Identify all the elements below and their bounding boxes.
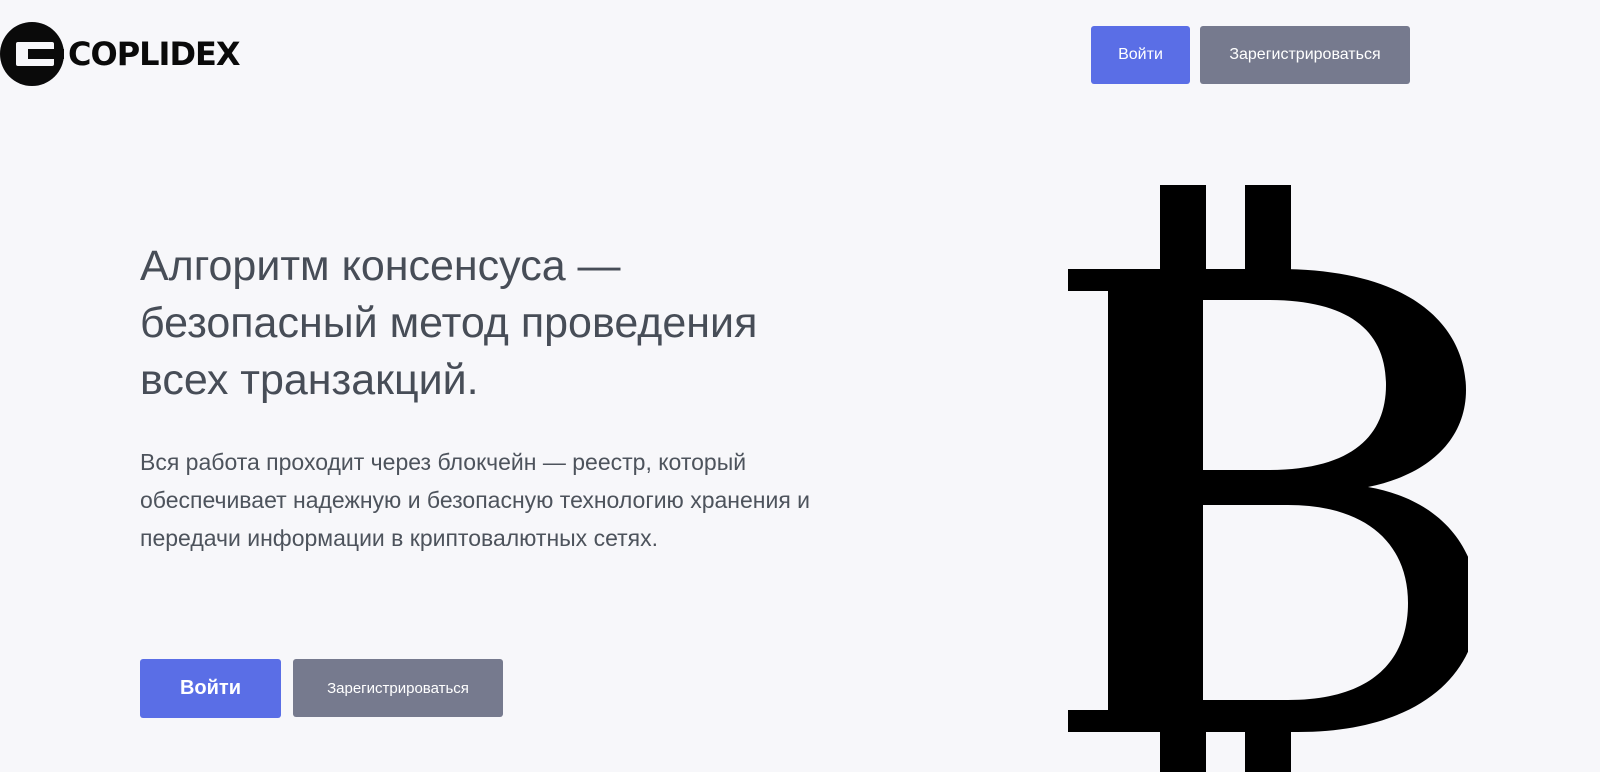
bitcoin-icon — [1068, 185, 1468, 772]
header-signup-button[interactable]: Зарегистрироваться — [1200, 26, 1410, 84]
hero-signup-button[interactable]: Зарегистрироваться — [293, 659, 503, 717]
hero-login-button[interactable]: Войти — [140, 659, 281, 718]
hero-description: Вся работа проходит через блокчейн — рее… — [140, 449, 811, 551]
coplidex-logo-icon — [0, 22, 64, 86]
site-logo[interactable]: COPLIDEX — [0, 22, 241, 86]
hero-title: Алгоритм консенсуса — безопасный метод п… — [140, 242, 758, 404]
header-login-button[interactable]: Войти — [1091, 26, 1190, 84]
brand-name: COPLIDEX — [68, 35, 241, 73]
